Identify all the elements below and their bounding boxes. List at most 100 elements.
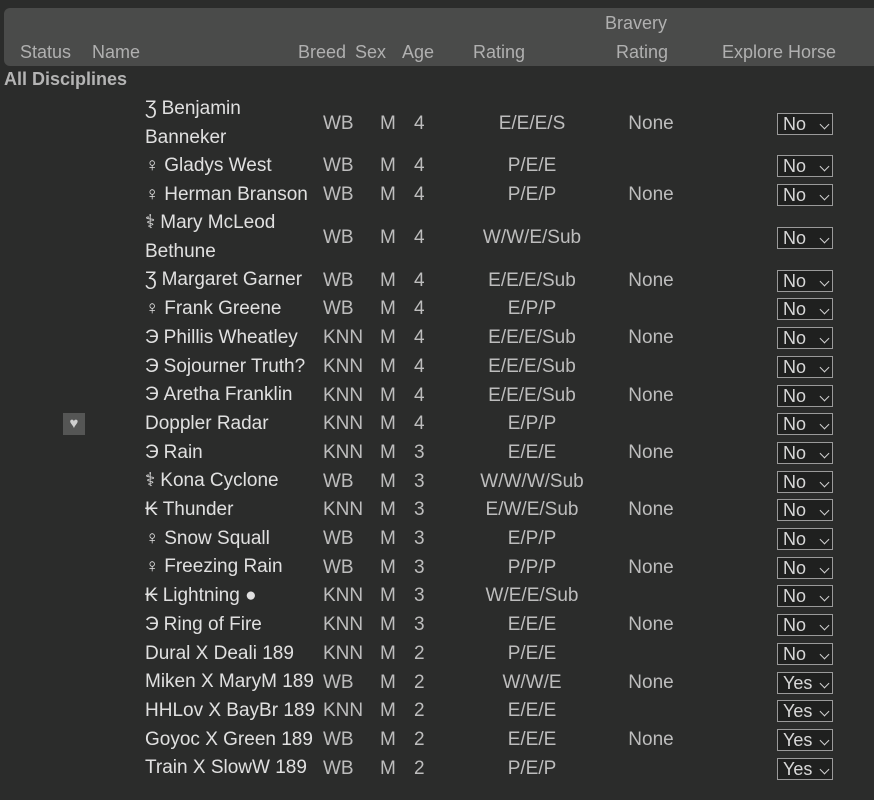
explore-horse-select[interactable]: No [777, 556, 833, 579]
rating-cell: W/W/E [502, 671, 562, 693]
explore-select-value: No [783, 356, 807, 377]
horse-name: Thunder [162, 499, 234, 520]
col-header-status[interactable]: Status [20, 42, 71, 63]
rating-cell: E/E/E [507, 728, 557, 750]
breed-cell: KNN [323, 614, 364, 636]
horse-symbol: Э [145, 355, 159, 377]
horse-name: Goyoc X Green 189 [145, 728, 313, 750]
explore-horse-select[interactable]: No [777, 226, 833, 249]
breed-cell: WB [323, 528, 354, 550]
horse-name: Ring of Fire [163, 613, 262, 635]
sex-cell: M [380, 528, 396, 550]
horse-name-link[interactable]: Miken X MaryM 189 [145, 668, 314, 696]
horse-name-link[interactable]: ♀ Gladys West [145, 152, 272, 180]
col-header-age[interactable]: Age [402, 42, 434, 63]
explore-horse-select[interactable]: No [777, 384, 833, 407]
chevron-down-icon [819, 477, 830, 488]
explore-horse-select[interactable]: No [777, 184, 833, 207]
breed-cell: WB [323, 226, 354, 248]
horse-name-link[interactable]: HHLov X BayBr 189 [145, 697, 315, 725]
explore-horse-select[interactable]: No [777, 642, 833, 665]
col-header-explore[interactable]: Explore Horse [722, 42, 836, 63]
age-cell: 2 [414, 642, 425, 664]
breed-cell: WB [323, 155, 354, 177]
rating-cell: E/P/P [507, 298, 557, 320]
age-cell: 4 [414, 155, 425, 177]
age-cell: 3 [414, 470, 425, 492]
horse-name-link[interactable]: Goyoc X Green 189 [145, 726, 313, 754]
chevron-down-icon [819, 391, 830, 401]
sex-cell: M [380, 642, 396, 664]
chevron-down-icon [819, 649, 830, 660]
heart-icon[interactable]: ♥ [63, 413, 85, 436]
horse-name: Benjamin [161, 98, 241, 119]
explore-select-value: No [783, 442, 807, 463]
explore-horse-select[interactable]: No [777, 499, 833, 522]
horse-name-link[interactable]: Э Phillis Wheatley [145, 324, 298, 352]
horse-name: Sojourner Truth? [163, 355, 306, 377]
col-header-bravery-line2[interactable]: Rating [616, 42, 668, 63]
age-cell: 4 [414, 269, 425, 291]
col-header-rating[interactable]: Rating [473, 42, 525, 63]
horse-name-link[interactable]: Э Sojourner Truth? [145, 353, 305, 381]
bravery-rating-cell: None [628, 384, 674, 406]
sex-cell: M [380, 413, 396, 435]
explore-horse-select[interactable]: No [777, 528, 833, 551]
age-cell: 3 [414, 528, 425, 550]
horse-name-link[interactable]: ⚕ Kona Cyclone [145, 467, 279, 495]
explore-horse-select[interactable]: No [777, 327, 833, 350]
sex-cell: M [380, 355, 396, 377]
horse-name-link[interactable]: Э Ring of Fire [145, 611, 262, 639]
horse-name-link[interactable]: ⚕ Mary McLeod [145, 209, 275, 237]
horse-name-link[interactable]: ₭ Lightning ● [145, 582, 257, 610]
horse-name-link[interactable]: Э Rain [145, 439, 203, 467]
horse-name-line2[interactable]: Bethune [145, 238, 216, 266]
explore-horse-select[interactable]: Yes [777, 671, 833, 694]
sex-cell: M [380, 556, 396, 578]
sex-cell: M [380, 384, 396, 406]
explore-select-value: No [783, 615, 807, 636]
col-header-breed[interactable]: Breed [298, 42, 346, 63]
explore-horse-select[interactable]: Yes [777, 728, 833, 751]
explore-horse-select[interactable]: Yes [777, 757, 833, 780]
col-header-sex[interactable]: Sex [355, 42, 386, 63]
explore-horse-select[interactable]: No [777, 112, 833, 135]
explore-horse-select[interactable]: No [777, 355, 833, 378]
horse-name-link[interactable]: Ʒ Benjamin [145, 95, 241, 123]
explore-horse-select[interactable]: No [777, 155, 833, 178]
horse-name-link[interactable]: Э Aretha Franklin [145, 381, 293, 409]
explore-horse-select[interactable]: No [777, 298, 833, 321]
horse-name-link[interactable]: ♀ Frank Greene [145, 295, 281, 323]
breed-cell: WB [323, 728, 354, 750]
chevron-down-icon [819, 563, 830, 574]
breed-cell: WB [323, 112, 354, 134]
explore-select-value: No [783, 471, 807, 492]
explore-horse-select[interactable]: No [777, 614, 833, 637]
horse-symbol: ♀ [145, 155, 160, 176]
horse-name-link[interactable]: Train X SlowW 189 [145, 754, 307, 782]
horse-symbol: Э [145, 441, 159, 463]
col-header-bravery-line1[interactable]: Bravery [605, 13, 667, 34]
horse-name-link[interactable]: Doppler Radar [145, 410, 269, 438]
horse-name: HHLov X BayBr 189 [145, 699, 316, 721]
chevron-down-icon [819, 448, 830, 459]
horse-name-link[interactable]: ♀ Freezing Rain [145, 553, 283, 581]
explore-select-value: No [783, 328, 807, 349]
horse-name-link[interactable]: Dural X Deali 189 [145, 640, 294, 668]
explore-horse-select[interactable]: No [777, 269, 833, 292]
horse-name-link[interactable]: Ʒ Margaret Garner [145, 266, 302, 294]
horse-name-link[interactable]: ₭ Thunder [145, 496, 233, 524]
sex-cell: M [380, 155, 396, 177]
col-header-name[interactable]: Name [92, 42, 140, 63]
age-cell: 4 [414, 226, 425, 248]
explore-horse-select[interactable]: Yes [777, 700, 833, 723]
explore-horse-select[interactable]: No [777, 585, 833, 608]
explore-horse-select[interactable]: No [777, 470, 833, 493]
horse-name-link[interactable]: ♀ Snow Squall [145, 525, 270, 553]
breed-cell: WB [323, 470, 354, 492]
horse-name-line2[interactable]: Banneker [145, 124, 226, 152]
explore-horse-select[interactable]: No [777, 413, 833, 436]
sex-cell: M [380, 327, 396, 349]
explore-horse-select[interactable]: No [777, 441, 833, 464]
horse-name-link[interactable]: ♀ Herman Branson [145, 181, 308, 209]
